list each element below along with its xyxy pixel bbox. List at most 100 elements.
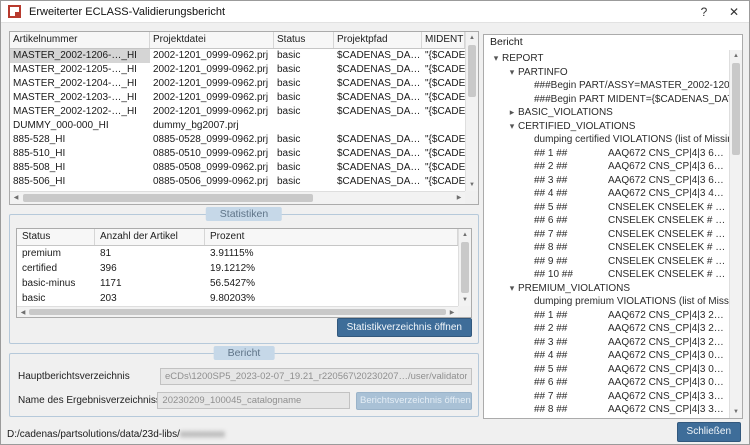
tree-item[interactable]: ## 5 ##CNSELEK CNSELEK # … xyxy=(484,201,729,215)
chevron-down-icon[interactable]: ▾ xyxy=(506,66,518,80)
open-statistics-directory-button[interactable]: Statistikverzeichnis öffnen xyxy=(337,318,472,337)
tree-item[interactable]: dumping premium VIOLATIONS (list of Miss… xyxy=(484,295,729,309)
article-row[interactable]: 885-510_HI0885-0510_0999-0962.prjbasic$C… xyxy=(10,147,465,161)
tree-item[interactable]: ▾CERTIFIED_VIOLATIONS xyxy=(484,120,729,134)
report-group-label: Bericht xyxy=(214,346,275,360)
stats-row[interactable]: basic2039.80203% xyxy=(17,291,458,306)
scroll-up-icon[interactable]: ▲ xyxy=(730,50,742,62)
column-header-artikelnummer[interactable]: Artikelnummer xyxy=(10,32,150,48)
article-row[interactable]: MASTER_2002-1202-…_HI2002-1201_0999-0962… xyxy=(10,105,465,119)
result-directory-name-field[interactable] xyxy=(157,392,350,409)
scroll-right-icon[interactable]: ▶ xyxy=(453,192,465,204)
tree-item-label: ## 7 ## xyxy=(534,390,608,404)
tree-item[interactable]: ## 9 ##CNSELEK CNSELEK # … xyxy=(484,255,729,269)
stats-row[interactable]: basic-minus117156.5427% xyxy=(17,276,458,291)
stats-vscroll-thumb[interactable] xyxy=(461,242,469,293)
article-row[interactable]: 885-528_HI0885-0528_0999-0962.prjbasic$C… xyxy=(10,133,465,147)
tree-item[interactable]: ###Begin PART MIDENT={$CADENAS_DATA/… xyxy=(484,93,729,107)
tree-item[interactable]: ## 2 ##AAQ672 CNS_CP|4|3 6… xyxy=(484,160,729,174)
stats-column-status[interactable]: Status xyxy=(17,229,95,245)
statusbar-path: D:/cadenas/partsolutions/data/23d-libs/ xyxy=(7,429,180,440)
app-icon xyxy=(8,5,21,18)
open-report-directory-button[interactable]: Berichtsverzeichnis öffnen xyxy=(356,392,472,410)
tree-item[interactable]: ## 6 ##CNSELEK CNSELEK # … xyxy=(484,214,729,228)
articles-vscroll-thumb[interactable] xyxy=(468,45,476,97)
article-row[interactable]: MASTER_2002-1205-…_HI2002-1201_0999-0962… xyxy=(10,63,465,77)
tree-item[interactable]: ▾PARTINFO xyxy=(484,66,729,80)
scroll-up-icon[interactable]: ▲ xyxy=(459,229,471,241)
column-header-projektpfad[interactable]: Projektpfad xyxy=(334,32,422,48)
stats-hscroll-thumb[interactable] xyxy=(29,309,446,315)
statistics-table: Status Anzahl der Artikel Prozent premiu… xyxy=(16,228,472,318)
tree-item[interactable]: ## 1 ##AAQ672 CNS_CP|4|3 6… xyxy=(484,147,729,161)
scroll-down-icon[interactable]: ▼ xyxy=(466,179,478,191)
tree-item-label: ## 3 ## xyxy=(534,174,608,188)
tree-item[interactable]: ## 2 ##AAQ672 CNS_CP|4|3 2… xyxy=(484,322,729,336)
tree-item-value: AAQ672 CNS_CP|4|3 0… xyxy=(608,364,724,375)
tree-item[interactable]: ## 8 ##AAQ672 CNS_CP|4|3 3… xyxy=(484,403,729,417)
article-row[interactable]: MASTER_2002-1206-…_HI2002-1201_0999-0962… xyxy=(10,49,465,63)
chevron-down-icon[interactable]: ▾ xyxy=(506,282,518,296)
scroll-left-icon[interactable]: ◀ xyxy=(10,192,22,204)
stats-cell: 1171 xyxy=(95,276,205,291)
tree-item-value: CNSELEK CNSELEK # … xyxy=(608,256,725,267)
tree-item[interactable]: ## 7 ##CNSELEK CNSELEK # … xyxy=(484,228,729,242)
tree-item[interactable]: ## 10 ##CNSELEK CNSELEK # … xyxy=(484,268,729,282)
close-dialog-button[interactable]: Schließen xyxy=(677,422,741,442)
stats-vscrollbar[interactable]: ▲ ▼ xyxy=(458,229,471,306)
chevron-down-icon[interactable]: ▾ xyxy=(506,120,518,134)
scroll-down-icon[interactable]: ▼ xyxy=(730,406,742,418)
stats-column-prozent[interactable]: Prozent xyxy=(205,229,458,245)
stats-row[interactable]: premium813.91115% xyxy=(17,246,458,261)
column-header-projektdatei[interactable]: Projektdatei xyxy=(150,32,274,48)
articles-hscrollbar[interactable]: ◀ ▶ xyxy=(10,191,465,204)
chevron-down-icon[interactable]: ▾ xyxy=(490,52,502,66)
tree-item[interactable]: ## 4 ##AAQ672 CNS_CP|4|3 4… xyxy=(484,187,729,201)
tree-item-label: ## 5 ## xyxy=(534,363,608,377)
scroll-up-icon[interactable]: ▲ xyxy=(466,32,478,44)
articles-hscroll-thumb[interactable] xyxy=(23,194,313,202)
articles-vscrollbar[interactable]: ▲ ▼ xyxy=(465,32,478,191)
stats-row[interactable]: certified39619.1212% xyxy=(17,261,458,276)
column-header-mident[interactable]: MIDENT xyxy=(422,32,465,48)
help-button[interactable]: ? xyxy=(689,5,719,19)
article-cell: 885-506_HI xyxy=(10,175,150,189)
tree-item[interactable]: ▸BASIC_VIOLATIONS xyxy=(484,106,729,120)
tree-item[interactable]: ## 7 ##AAQ672 CNS_CP|4|3 3… xyxy=(484,390,729,404)
tree-item[interactable]: ## 8 ##CNSELEK CNSELEK # … xyxy=(484,241,729,255)
tree-item[interactable]: ## 6 ##AAQ672 CNS_CP|4|3 0… xyxy=(484,376,729,390)
article-row[interactable]: MASTER_2002-1204-…_HI2002-1201_0999-0962… xyxy=(10,77,465,91)
scroll-right-icon[interactable]: ▶ xyxy=(446,307,458,317)
article-cell: 0885-0508_0999-0962.prj xyxy=(150,161,274,175)
scroll-left-icon[interactable]: ◀ xyxy=(17,307,29,317)
statusbar-path-redacted: xxxxxxxxx xyxy=(180,429,225,440)
tree-item-label: ## 5 ## xyxy=(534,201,608,215)
article-row[interactable]: 885-506_HI0885-0506_0999-0962.prjbasic$C… xyxy=(10,175,465,189)
tree-item[interactable]: dumping certified VIOLATIONS (list of Mi… xyxy=(484,133,729,147)
article-row[interactable]: DUMMY_000-000_HIdummy_bg2007.prj xyxy=(10,119,465,133)
stats-hscrollbar[interactable]: ◀ ▶ xyxy=(17,306,458,317)
tree-vscroll-thumb[interactable] xyxy=(732,63,740,155)
tree-item[interactable]: ## 4 ##AAQ672 CNS_CP|4|3 0… xyxy=(484,349,729,363)
main-report-directory-field[interactable] xyxy=(160,368,472,385)
result-directory-name-label: Name des Ergebnisverzeichnisses xyxy=(18,395,157,406)
tree-item[interactable]: ###Begin PART/ASSY=MASTER_2002-1206-w… xyxy=(484,79,729,93)
tree-item[interactable]: ## 1 ##AAQ672 CNS_CP|4|3 2… xyxy=(484,309,729,323)
tree-item[interactable]: ## 3 ##AAQ672 CNS_CP|4|3 2… xyxy=(484,336,729,350)
article-row[interactable]: MASTER_2002-1203-…_HI2002-1201_0999-0962… xyxy=(10,91,465,105)
article-row[interactable]: 885-508_HI0885-0508_0999-0962.prjbasic$C… xyxy=(10,161,465,175)
column-header-status[interactable]: Status xyxy=(274,32,334,48)
statistics-groupbox: Statistiken Status Anzahl der Artikel Pr… xyxy=(9,214,479,344)
tree-item[interactable]: ▾PREMIUM_VIOLATIONS xyxy=(484,282,729,296)
tree-vscrollbar[interactable]: ▲ ▼ xyxy=(729,50,742,418)
tree-item[interactable]: ## 5 ##AAQ672 CNS_CP|4|3 0… xyxy=(484,363,729,377)
chevron-right-icon[interactable]: ▸ xyxy=(506,106,518,120)
tree-item[interactable]: ▾REPORT xyxy=(484,52,729,66)
main-report-directory-label: Hauptberichtsverzeichnis xyxy=(18,371,160,382)
stats-column-anzahl[interactable]: Anzahl der Artikel xyxy=(95,229,205,245)
tree-item-value: CNSELEK CNSELEK # … xyxy=(608,242,725,253)
scroll-down-icon[interactable]: ▼ xyxy=(459,294,471,306)
tree-item[interactable]: ## 3 ##AAQ672 CNS_CP|4|3 6… xyxy=(484,174,729,188)
close-button[interactable]: ✕ xyxy=(719,5,749,19)
article-cell: 885-528_HI xyxy=(10,133,150,147)
